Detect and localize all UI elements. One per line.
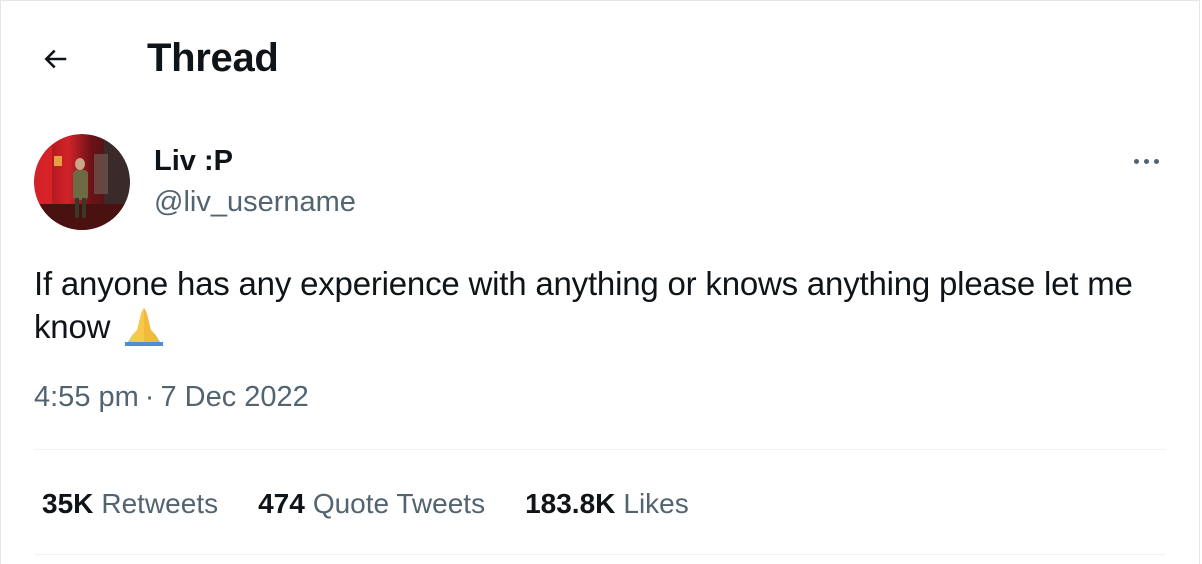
likes-stat[interactable]: 183.8K Likes — [525, 484, 689, 524]
author-display-name[interactable]: Liv :P — [154, 144, 233, 178]
tweet-timestamp[interactable]: 4:55 pm · 7 Dec 2022 — [34, 377, 309, 417]
tweet-text-content: If anyone has any experience with anythi… — [34, 265, 1133, 345]
quote-tweets-count: 474 — [258, 488, 305, 519]
avatar[interactable] — [34, 134, 130, 230]
retweets-stat[interactable]: 35K Retweets — [42, 484, 218, 524]
likes-count: 183.8K — [525, 488, 616, 519]
divider-bottom — [34, 554, 1166, 555]
timestamp-separator: · — [144, 381, 155, 413]
retweets-count: 35K — [42, 488, 94, 519]
header: Thread — [1, 1, 1201, 113]
more-horizontal-icon — [1133, 158, 1139, 164]
folded-hands-emoji-icon — [125, 308, 164, 346]
quote-tweets-stat[interactable]: 474 Quote Tweets — [258, 484, 485, 524]
profile-photo — [34, 134, 130, 230]
page-title: Thread — [147, 36, 279, 80]
back-button[interactable] — [35, 39, 75, 79]
arrow-left-icon — [44, 49, 67, 69]
tweet-time: 4:55 pm — [34, 381, 139, 413]
author-handle[interactable]: @liv_username — [154, 185, 356, 219]
divider-top — [34, 449, 1166, 450]
tweet-text: If anyone has any experience with anythi… — [34, 262, 1174, 348]
tweet-detail-panel: Thread Liv:P @liv_username If anyone ha… — [0, 0, 1200, 564]
retweets-label: Retweets — [101, 488, 219, 519]
likes-label: Likes — [623, 488, 689, 519]
tweet-stats: 35K Retweets 474 Quote Tweets 183.8K Likes — [42, 484, 689, 524]
more-options-button[interactable] — [1123, 141, 1169, 181]
tweet-date: 7 Dec 2022 — [160, 381, 309, 413]
quote-tweets-label: Quote Tweets — [312, 488, 486, 519]
